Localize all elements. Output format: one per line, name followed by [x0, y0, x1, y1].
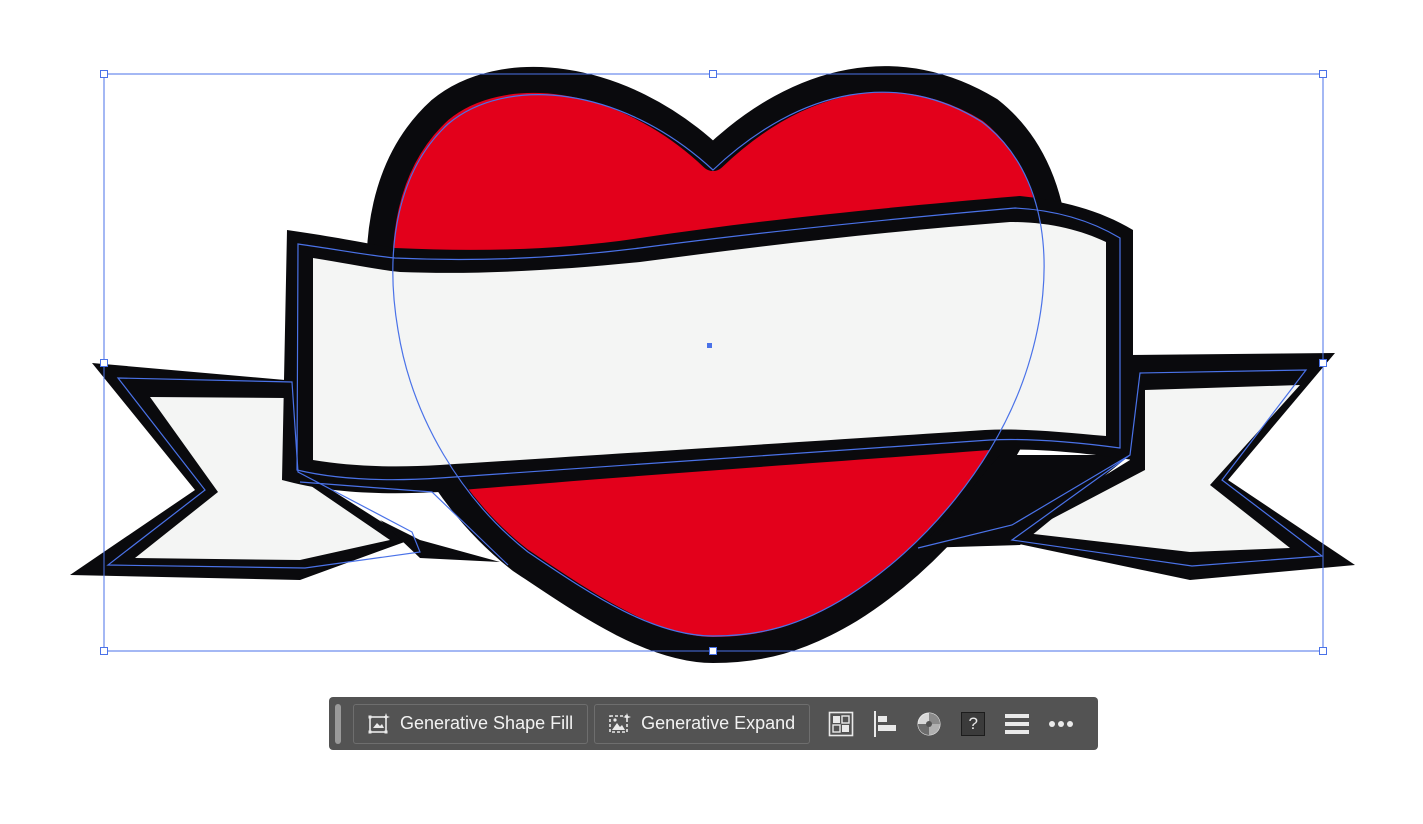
handle-middle-left[interactable]	[100, 359, 108, 367]
menu-button[interactable]	[998, 704, 1036, 744]
generative-shape-fill-icon	[366, 711, 392, 737]
align-button[interactable]	[866, 704, 904, 744]
handle-bottom-right[interactable]	[1319, 647, 1327, 655]
menu-icon	[1004, 713, 1030, 735]
arrange-icon	[828, 711, 854, 737]
drag-grip-handle[interactable]	[335, 703, 341, 744]
center-point	[707, 343, 712, 348]
more-options-button[interactable]	[1042, 704, 1080, 744]
generative-shape-fill-label: Generative Shape Fill	[400, 713, 574, 733]
contextual-task-bar: Generative Shape Fill Generative Expand	[329, 697, 1098, 750]
recolor-icon	[916, 711, 942, 737]
help-button[interactable]: ?	[954, 704, 992, 744]
arrange-button[interactable]	[822, 704, 860, 744]
generative-shape-fill-button[interactable]: Generative Shape Fill	[353, 703, 589, 744]
handle-middle-right[interactable]	[1319, 359, 1327, 367]
handle-bottom-left[interactable]	[100, 647, 108, 655]
generative-expand-icon	[607, 711, 633, 737]
handle-bottom-center[interactable]	[709, 647, 717, 655]
generative-expand-button[interactable]: Generative Expand	[594, 703, 811, 744]
handle-top-right[interactable]	[1319, 70, 1327, 78]
align-icon	[872, 710, 898, 737]
handle-top-center[interactable]	[709, 70, 717, 78]
more-icon	[1048, 720, 1074, 728]
recolor-button[interactable]	[910, 704, 948, 744]
help-icon: ?	[961, 711, 986, 736]
generative-expand-label: Generative Expand	[641, 713, 796, 733]
handle-top-left[interactable]	[100, 70, 108, 78]
